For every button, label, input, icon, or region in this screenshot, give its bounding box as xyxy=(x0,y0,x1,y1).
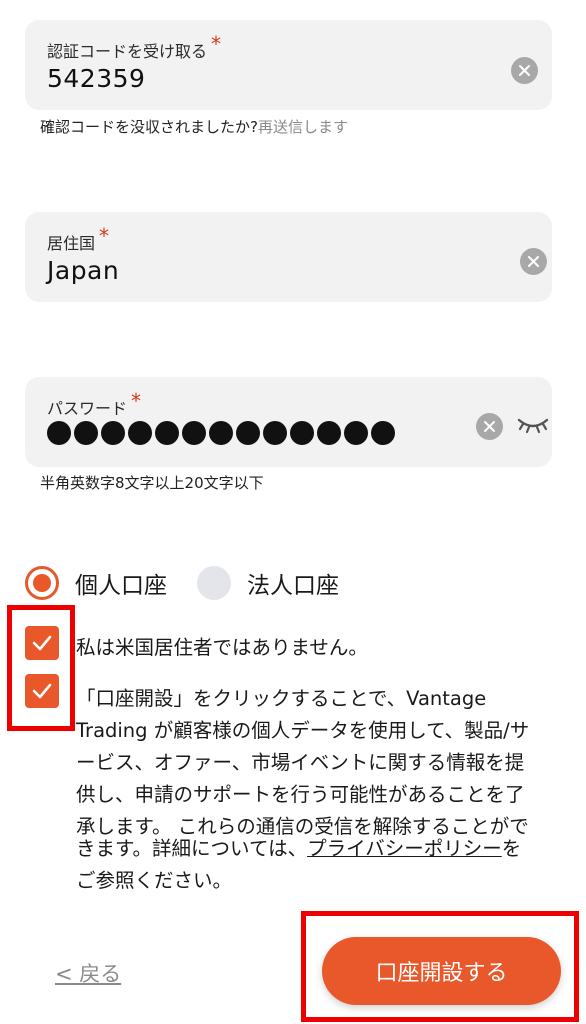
country-label-text: 居住国 xyxy=(47,234,96,253)
required-mark: * xyxy=(211,32,222,56)
password-mask-dot xyxy=(317,421,341,445)
radio-individual[interactable] xyxy=(25,566,59,600)
not-us-resident-text: 私は米国居住者ではありません。 xyxy=(76,636,368,659)
clear-icon[interactable] xyxy=(476,413,503,440)
verification-code-label: 認証コードを受け取る * xyxy=(47,32,221,62)
password-mask-dot xyxy=(101,421,125,445)
radio-corporate[interactable] xyxy=(197,566,231,600)
password-field[interactable]: パスワード * xyxy=(25,377,552,467)
password-mask-dot xyxy=(74,421,98,445)
password-mask-dot xyxy=(263,421,287,445)
country-field[interactable]: 居住国 * Japan xyxy=(25,212,552,302)
password-input[interactable] xyxy=(47,421,395,445)
verification-code-field[interactable]: 認証コードを受け取る * 542359 xyxy=(25,20,552,110)
password-mask-dot xyxy=(209,421,233,445)
resend-link[interactable]: 再送信します xyxy=(258,118,348,136)
password-mask-dot xyxy=(344,421,368,445)
privacy-text-line: ービス、オファー、市場イベントに関する情報を提 xyxy=(76,751,525,774)
password-mask-dot xyxy=(182,421,206,445)
required-mark: * xyxy=(99,224,110,248)
radio-dot xyxy=(33,574,51,592)
country-label: 居住国 * xyxy=(47,224,109,254)
password-label: パスワード * xyxy=(47,389,141,419)
clear-icon[interactable] xyxy=(520,248,547,275)
privacy-text-line: Trading が顧客様の個人データを使用して、製品/サ xyxy=(76,719,530,742)
privacy-text-line: 「口座開設」をクリックすることで、Vantage xyxy=(76,687,487,710)
checkbox-highlight-box xyxy=(7,605,75,731)
verification-helper-text: 確認コードを没収されましたか? xyxy=(40,118,258,136)
open-account-button[interactable]: 口座開設する xyxy=(322,937,561,1005)
required-mark: * xyxy=(131,389,142,413)
password-helper: 半角英数字8文字以上20文字以下 xyxy=(40,474,264,492)
password-mask-dot xyxy=(236,421,260,445)
password-mask-dot xyxy=(47,421,71,445)
password-mask-dot xyxy=(155,421,179,445)
privacy-policy-link[interactable]: プライバシーポリシー xyxy=(307,837,502,860)
radio-individual-label[interactable]: 個人口座 xyxy=(75,566,167,600)
clear-icon[interactable] xyxy=(511,57,538,84)
country-value[interactable]: Japan xyxy=(47,256,119,285)
verification-code-label-text: 認証コードを受け取る xyxy=(47,42,208,61)
radio-corporate-label[interactable]: 法人口座 xyxy=(247,566,339,600)
privacy-text-suffix: を xyxy=(501,837,522,860)
privacy-text-line: 供し、申請のサポートを行う可能性があることを了 xyxy=(76,783,525,806)
privacy-text-prefix: きます。詳細については、 xyxy=(76,837,308,860)
verification-code-input[interactable]: 542359 xyxy=(47,64,145,93)
back-link[interactable]: < 戻る xyxy=(55,958,121,988)
privacy-text-line: ご参照ください。 xyxy=(76,869,233,892)
eye-closed-icon[interactable] xyxy=(516,414,550,436)
account-type-group: 個人口座 法人口座 xyxy=(25,566,339,600)
password-label-text: パスワード xyxy=(47,399,128,418)
verification-helper: 確認コードを没収されましたか?再送信します xyxy=(40,116,348,137)
privacy-text-line-with-link: きます。詳細については、プライバシーポリシーを xyxy=(76,832,521,861)
password-mask-dot xyxy=(128,421,152,445)
password-mask-dot xyxy=(371,421,395,445)
password-mask-dot xyxy=(290,421,314,445)
